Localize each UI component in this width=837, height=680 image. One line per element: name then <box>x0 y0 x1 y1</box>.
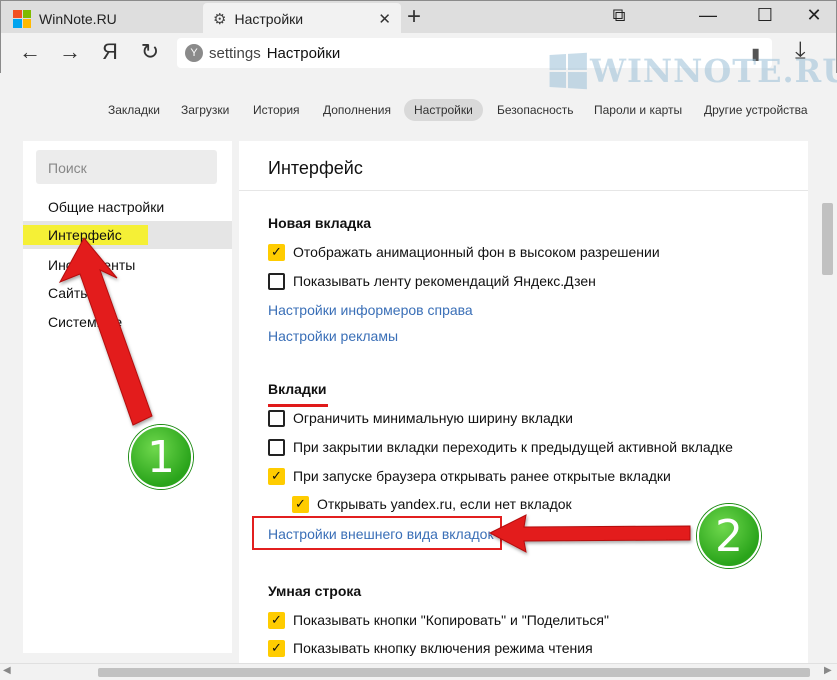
nav-bookmarks[interactable]: Закладки <box>98 99 170 121</box>
option-label: Показывать ленту рекомендаций Яндекс.Дзе… <box>293 273 596 289</box>
nav-passwords[interactable]: Пароли и карты <box>584 99 692 121</box>
close-window-button[interactable]: ✕ <box>802 5 826 26</box>
nav-security[interactable]: Безопасность <box>487 99 584 121</box>
scroll-right-icon[interactable]: ▶ <box>824 665 832 676</box>
sidebar-item-label: Интерфейс <box>23 225 148 245</box>
checkbox-unchecked[interactable] <box>268 272 285 290</box>
annotation-badge-1: 1 <box>129 425 193 489</box>
scroll-left-icon[interactable]: ◀ <box>3 665 11 676</box>
checkbox-checked[interactable]: ✓ <box>268 243 285 261</box>
section-heading-tabs: Вкладки <box>268 381 327 397</box>
divider <box>239 190 808 191</box>
sidebar-item-label: Инструменты <box>48 257 136 273</box>
reload-button[interactable]: ↻ <box>137 39 163 65</box>
option-min-tab-width[interactable]: Ограничить минимальную ширину вкладки <box>268 408 573 428</box>
option-restore-tabs[interactable]: ✓ При запуске браузера открывать ранее о… <box>268 466 671 486</box>
tab-label: WinNote.RU <box>39 10 117 27</box>
option-animated-background[interactable]: ✓ Отображать анимационный фон в высоком … <box>268 242 660 262</box>
new-tab-button[interactable]: + <box>407 4 421 30</box>
option-label: Показывать кнопку включения режима чтени… <box>293 640 593 656</box>
sidebar-item-label: Общие настройки <box>48 199 165 215</box>
close-tab-icon[interactable]: ✕ <box>378 10 391 28</box>
site-icon: Y <box>185 44 203 62</box>
option-copy-share-buttons[interactable]: ✓ Показывать кнопки "Копировать" и "Поде… <box>268 610 609 630</box>
checkbox-unchecked[interactable] <box>268 409 285 427</box>
yandex-button[interactable]: Я <box>97 39 123 65</box>
nav-settings[interactable]: Настройки <box>404 99 483 121</box>
windows-logo-icon <box>13 9 31 28</box>
option-label: При закрытии вкладки переходить к предыд… <box>293 439 733 455</box>
red-underline <box>268 404 328 407</box>
address-title: Настройки <box>266 44 341 62</box>
checkbox-checked[interactable]: ✓ <box>268 467 285 485</box>
scrollbar-thumb[interactable] <box>822 203 833 275</box>
search-input[interactable]: Поиск <box>36 150 217 184</box>
gear-icon: ⚙ <box>213 10 227 28</box>
nav-other-devices[interactable]: Другие устройства <box>694 99 818 121</box>
vertical-scrollbar[interactable] <box>818 141 837 663</box>
annotation-badge-2: 2 <box>697 504 761 568</box>
maximize-button[interactable]: ☐ <box>753 5 777 26</box>
nav-extensions[interactable]: Дополнения <box>313 99 401 121</box>
section-heading-new-tab: Новая вкладка <box>268 215 372 231</box>
checkbox-unchecked[interactable] <box>268 438 285 456</box>
checkbox-checked[interactable]: ✓ <box>268 639 285 657</box>
option-prev-active-tab[interactable]: При закрытии вкладки переходить к предыд… <box>268 437 733 457</box>
sidebar-item-system[interactable]: Системные <box>23 308 232 336</box>
forward-button[interactable]: → <box>57 39 83 65</box>
link-tab-appearance-settings[interactable]: Настройки внешнего вида вкладок <box>268 526 494 542</box>
scrollbar-thumb[interactable] <box>98 668 810 677</box>
section-heading-smart-bar: Умная строка <box>268 583 362 599</box>
checkbox-checked[interactable]: ✓ <box>268 611 285 629</box>
sidebar-item-sites[interactable]: Сайты <box>23 279 232 307</box>
sidebar-item-label: Системные <box>48 314 123 330</box>
option-label: Отображать анимационный фон в высоком ра… <box>293 244 660 260</box>
option-reading-mode-button[interactable]: ✓ Показывать кнопку включения режима чте… <box>268 638 593 658</box>
tab-label: Настройки <box>234 10 304 27</box>
option-label: Показывать кнопки "Копировать" и "Подели… <box>293 612 609 628</box>
link-informers-settings[interactable]: Настройки информеров справа <box>268 302 473 318</box>
link-ads-settings[interactable]: Настройки рекламы <box>268 328 398 344</box>
minimize-button[interactable]: — <box>696 5 720 26</box>
pin-window-icon[interactable]: ⧉ <box>607 5 631 26</box>
nav-history[interactable]: История <box>243 99 310 121</box>
back-button[interactable]: ← <box>17 39 43 65</box>
sidebar-item-label: Сайты <box>48 285 91 301</box>
option-label: При запуске браузера открывать ранее отк… <box>293 468 671 484</box>
address-scheme: settings <box>209 44 261 62</box>
horizontal-scrollbar[interactable]: ◀ ▶ <box>0 663 837 680</box>
nav-downloads[interactable]: Загрузки <box>171 99 239 121</box>
title-bar: WinNote.RU ⚙ Настройки ✕ + ⧉ — ☐ ✕ <box>0 0 837 34</box>
sidebar-item-interface[interactable]: Интерфейс <box>23 221 232 249</box>
settings-sidebar: Поиск Общие настройки Интерфейс Инструме… <box>23 141 232 653</box>
option-zen-feed[interactable]: Показывать ленту рекомендаций Яндекс.Дзе… <box>268 271 596 291</box>
option-open-yandex[interactable]: ✓ Открывать yandex.ru, если нет вкладок <box>292 494 572 514</box>
option-label: Ограничить минимальную ширину вкладки <box>293 410 573 426</box>
tab-settings[interactable]: ⚙ Настройки ✕ <box>203 3 401 34</box>
option-label: Открывать yandex.ru, если нет вкладок <box>317 496 572 512</box>
sidebar-item-general[interactable]: Общие настройки <box>23 193 232 221</box>
settings-section-nav: Закладки Загрузки История Дополнения Нас… <box>0 73 837 141</box>
page-title: Интерфейс <box>268 158 363 178</box>
settings-content: Интерфейс Новая вкладка ✓ Отображать ани… <box>239 141 808 663</box>
checkbox-checked[interactable]: ✓ <box>292 495 309 513</box>
sidebar-item-tools[interactable]: Инструменты <box>23 251 232 279</box>
tab-winnote[interactable]: WinNote.RU <box>5 3 201 34</box>
